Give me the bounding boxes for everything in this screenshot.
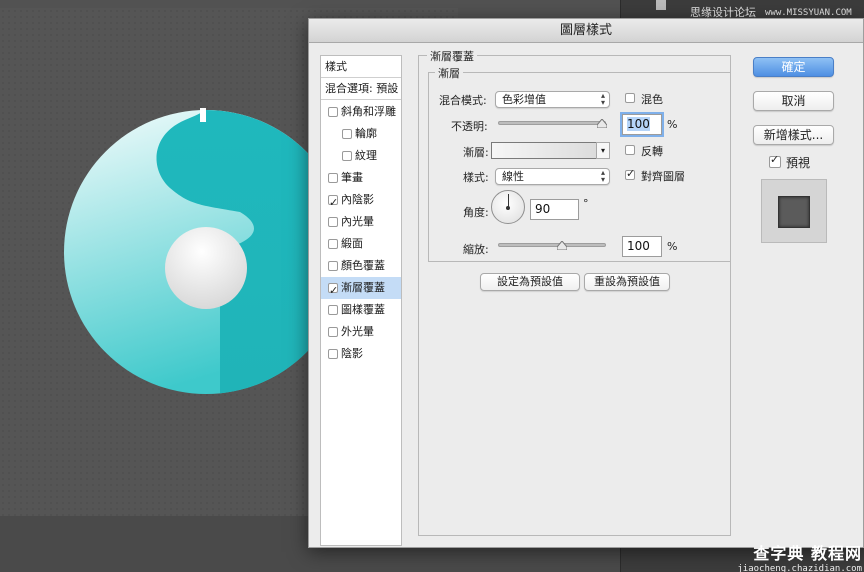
gradient-style-value: 線性 xyxy=(502,170,524,183)
align-layer-label: 對齊圖層 xyxy=(641,170,685,183)
align-layer-checkbox-row[interactable]: 對齊圖層 xyxy=(625,167,705,184)
watermark-main-text: 查字典 教程网 xyxy=(753,544,862,563)
scale-slider[interactable] xyxy=(498,243,606,247)
style-item-gradient-overlay[interactable]: 漸層覆蓋 xyxy=(321,277,401,302)
gradient-style-select[interactable]: 線性 ▴ ▾ xyxy=(495,168,610,185)
opacity-input[interactable]: 100 xyxy=(622,114,662,135)
satin-checkbox[interactable] xyxy=(328,239,338,249)
cancel-button[interactable]: 取消 xyxy=(753,91,834,111)
styles-header[interactable]: 樣式 xyxy=(321,56,401,78)
gradient-swatch[interactable] xyxy=(491,142,597,159)
align-layer-checkbox[interactable] xyxy=(625,167,635,180)
gradient-overlay-label: 漸層覆蓋 xyxy=(341,281,385,294)
style-item-inner-glow[interactable]: 內光暈 xyxy=(321,211,401,233)
watermark-url: jiaocheng.chazidian.com xyxy=(737,564,862,572)
style-item-satin[interactable]: 緞面 xyxy=(321,233,401,255)
scale-value: 100 xyxy=(627,239,650,253)
inner-shadow-checkbox[interactable] xyxy=(328,192,338,214)
bevel-emboss-label: 斜角和浮雕 xyxy=(341,105,396,118)
bevel-emboss-checkbox[interactable] xyxy=(328,107,338,117)
opacity-slider[interactable] xyxy=(498,121,606,125)
gradient-subsection-title: 漸層 xyxy=(435,65,463,81)
scale-label: 縮放: xyxy=(463,243,489,256)
color-overlay-label: 顏色覆蓋 xyxy=(341,259,385,272)
style-item-stroke[interactable]: 筆畫 xyxy=(321,167,401,189)
drop-shadow-label: 陰影 xyxy=(341,347,363,360)
gradient-overlay-checkbox[interactable] xyxy=(328,280,338,302)
drop-shadow-checkbox[interactable] xyxy=(328,349,338,359)
color-overlay-checkbox[interactable] xyxy=(328,261,338,271)
select-arrows-icon: ▴ ▾ xyxy=(600,91,605,107)
dither-checkbox[interactable] xyxy=(625,93,635,103)
scale-slider-thumb[interactable] xyxy=(557,241,567,250)
style-item-contour[interactable]: 輪廓 xyxy=(321,123,401,145)
texture-checkbox[interactable] xyxy=(342,151,352,161)
blending-options-item[interactable]: 混合選項: 預設 xyxy=(321,78,401,100)
preview-label: 預視 xyxy=(786,156,811,170)
scale-percent-sign: % xyxy=(667,240,678,253)
watermark: 查字典 教程网 jiaocheng.chazidian.com xyxy=(728,540,862,572)
opacity-slider-thumb[interactable] xyxy=(597,119,607,128)
inner-glow-label: 內光暈 xyxy=(341,215,374,228)
blend-mode-value: 色彩增值 xyxy=(502,93,546,106)
outer-glow-checkbox[interactable] xyxy=(328,327,338,337)
inner-shadow-label: 內陰影 xyxy=(341,193,374,206)
preview-checkbox-row[interactable]: 預視 xyxy=(769,153,829,170)
outer-glow-label: 外光暈 xyxy=(341,325,374,338)
reverse-checkbox-row[interactable]: 反轉 xyxy=(625,143,685,159)
dither-checkbox-row[interactable]: 混色 xyxy=(625,91,685,107)
style-item-inner-shadow[interactable]: 內陰影 xyxy=(321,189,401,214)
texture-label: 紋理 xyxy=(355,149,377,162)
scale-input[interactable]: 100 xyxy=(622,236,662,257)
style-item-pattern-overlay[interactable]: 圖樣覆蓋 xyxy=(321,299,401,321)
logo-notch xyxy=(200,108,206,122)
gradient-label: 漸層: xyxy=(463,146,489,159)
style-item-bevel-emboss[interactable]: 斜角和浮雕 xyxy=(321,101,401,123)
blend-mode-select[interactable]: 色彩增值 ▴ ▾ xyxy=(495,91,610,108)
pattern-overlay-checkbox[interactable] xyxy=(328,305,338,315)
style-item-drop-shadow[interactable]: 陰影 xyxy=(321,343,401,365)
stroke-checkbox[interactable] xyxy=(328,173,338,183)
gradient-overlay-panel: 漸層覆蓋 漸層 混合模式: 色彩增值 ▴ ▾ 混色 不透明: 100 % 漸層:… xyxy=(418,48,731,536)
style-item-outer-glow[interactable]: 外光暈 xyxy=(321,321,401,343)
style-preview-swatch xyxy=(778,196,810,228)
reverse-checkbox[interactable] xyxy=(625,145,635,155)
opacity-value: 100 xyxy=(627,117,650,131)
logo-ball xyxy=(165,227,247,309)
style-preview-box xyxy=(761,179,827,243)
styles-list: 樣式 混合選項: 預設 斜角和浮雕 輪廓 紋理 筆畫 內陰影 內光暈 緞面 xyxy=(320,55,402,546)
angle-value: 90 xyxy=(535,202,551,216)
dialog-title[interactable]: 圖層樣式 xyxy=(309,19,863,43)
ok-button[interactable]: 確定 xyxy=(753,57,834,77)
gradient-picker-chevron-icon[interactable]: ▾ xyxy=(596,142,610,159)
opacity-percent-sign: % xyxy=(667,118,678,131)
stroke-label: 筆畫 xyxy=(341,171,363,184)
select-arrows-icon: ▴ ▾ xyxy=(600,168,605,184)
angle-input[interactable]: 90 xyxy=(530,199,579,220)
reverse-label: 反轉 xyxy=(641,145,663,158)
degree-sign: ° xyxy=(583,197,589,210)
style-item-color-overlay[interactable]: 顏色覆蓋 xyxy=(321,255,401,277)
pattern-overlay-label: 圖樣覆蓋 xyxy=(341,303,385,316)
blend-mode-label: 混合模式: xyxy=(439,94,487,107)
style-label: 樣式: xyxy=(463,171,489,184)
gradient-fieldset: 漸層 混合模式: 色彩增值 ▴ ▾ 混色 不透明: 100 % 漸層: ▾ 反轉… xyxy=(428,65,731,262)
inner-glow-checkbox[interactable] xyxy=(328,217,338,227)
gradient-overlay-title: 漸層覆蓋 xyxy=(427,48,477,64)
satin-label: 緞面 xyxy=(341,237,363,250)
contour-checkbox[interactable] xyxy=(342,129,352,139)
angle-dial[interactable] xyxy=(491,190,525,224)
dither-label: 混色 xyxy=(641,93,663,106)
make-default-button[interactable]: 設定為預設值 xyxy=(480,273,580,291)
layer-style-dialog: 圖層樣式 樣式 混合選項: 預設 斜角和浮雕 輪廓 紋理 筆畫 內陰影 內光暈 xyxy=(308,18,864,548)
style-item-texture[interactable]: 紋理 xyxy=(321,145,401,167)
opacity-label: 不透明: xyxy=(451,120,488,133)
contour-label: 輪廓 xyxy=(355,127,377,140)
angle-label: 角度: xyxy=(463,206,489,219)
preview-checkbox[interactable] xyxy=(769,153,781,168)
new-style-button[interactable]: 新增樣式... xyxy=(753,125,834,145)
reset-default-button[interactable]: 重設為預設值 xyxy=(584,273,670,291)
